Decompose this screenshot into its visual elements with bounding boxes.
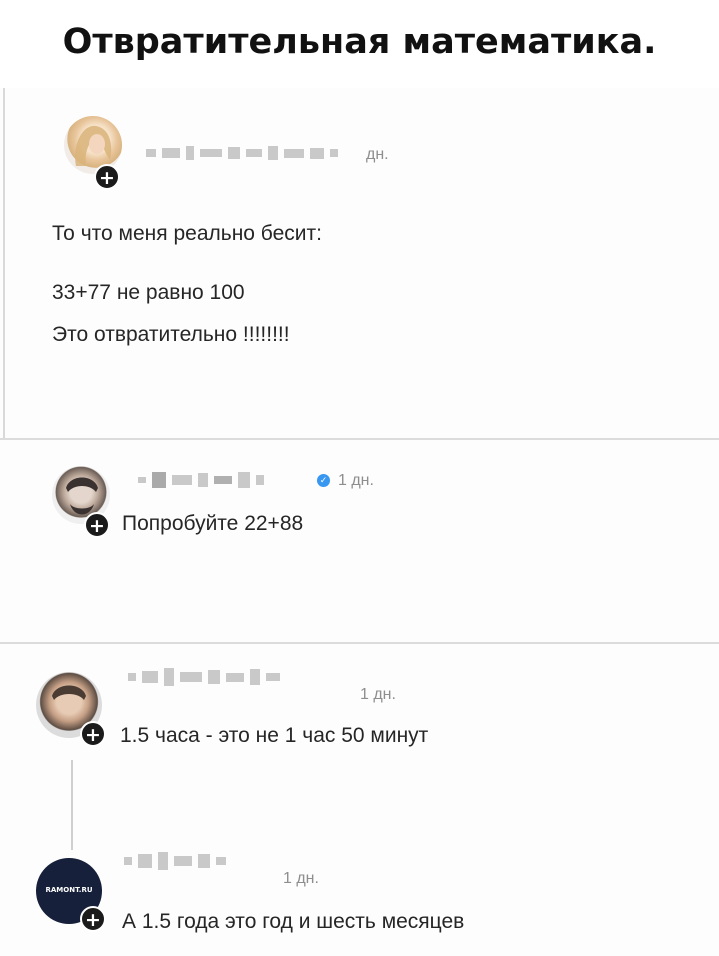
post-time: дн. [366, 146, 389, 163]
reply-thread-line [71, 760, 73, 850]
screenshot: + дн. То что меня реально бесит: 33+77 н… [0, 88, 719, 956]
comment-1-text: Попробуйте 22+88 [122, 512, 304, 535]
post-follow-plus-icon[interactable]: + [94, 164, 120, 190]
verified-badge-icon: ✓ [317, 474, 330, 488]
comment-2-username-pixelated[interactable] [128, 668, 280, 686]
post-line-3: Это отвратительно !!!!!!!! [52, 323, 290, 346]
comment-1-username-pixelated[interactable] [138, 472, 264, 488]
comment-2-time: 1 дн. [360, 686, 396, 703]
comment-1-time: ✓ 1 дн. [317, 472, 374, 490]
comment-2-text: 1.5 часа - это не 1 час 50 минут [120, 724, 429, 747]
comment-3-follow-plus-icon[interactable]: + [80, 906, 106, 932]
comment-3-time: 1 дн. [283, 870, 319, 887]
avatar-logo-text: RAMONT.RU [45, 886, 93, 894]
post-username-pixelated[interactable] [146, 146, 338, 160]
comment-3-username-pixelated[interactable] [124, 852, 226, 870]
left-edge [3, 88, 5, 438]
comment-2-follow-plus-icon[interactable]: + [80, 721, 106, 747]
separator [0, 642, 719, 644]
separator [0, 438, 719, 440]
comment-3-text: А 1.5 года это год и шесть месяцев [122, 910, 465, 933]
meme-caption: Отвратительная математика. [62, 22, 657, 62]
post-line-2: 33+77 не равно 100 [52, 281, 245, 304]
post-line-1: То что меня реально бесит: [52, 222, 322, 245]
comment-1-follow-plus-icon[interactable]: + [84, 512, 110, 538]
